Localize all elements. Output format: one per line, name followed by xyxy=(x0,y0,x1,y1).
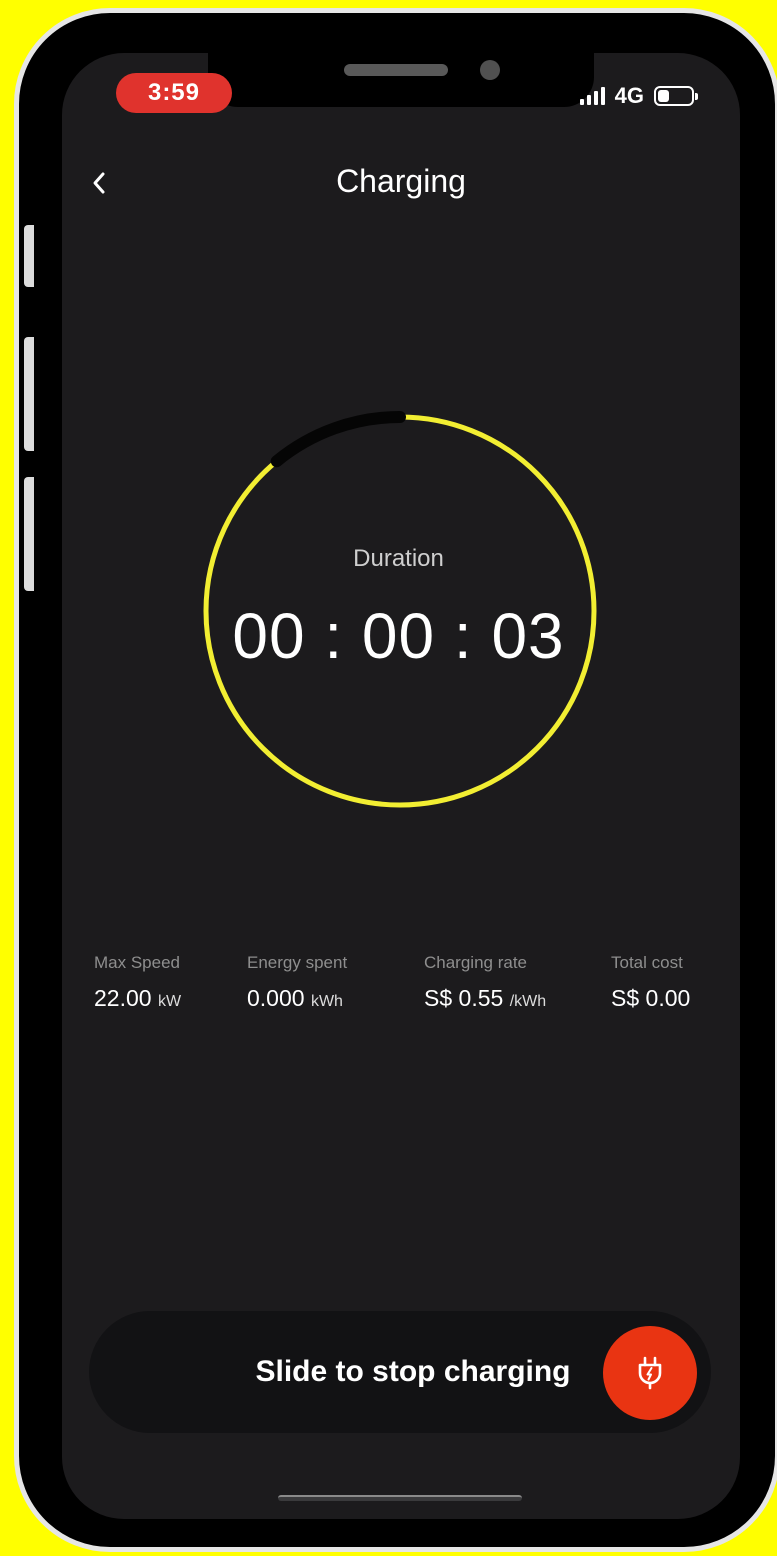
duration-label: Duration xyxy=(353,545,444,572)
stat-number: 0.000 xyxy=(247,985,305,1011)
stop-charging-slider[interactable]: Slide to stop charging xyxy=(89,1311,711,1433)
duration-timer: 00 : 00 : 03 xyxy=(232,600,565,672)
stat-energy-spent: Energy spent 0.000 kWh xyxy=(247,953,347,1012)
status-indicators: 4G xyxy=(579,83,698,109)
stat-value: 0.000 kWh xyxy=(247,985,347,1012)
home-indicator[interactable] xyxy=(278,1495,522,1501)
stat-unit: kW xyxy=(157,993,182,1010)
stat-total-cost: Total cost S$ 0.00 xyxy=(611,953,690,1012)
speaker-grille xyxy=(344,64,448,76)
slider-knob[interactable] xyxy=(603,1326,697,1420)
stat-value: 22.00 kW xyxy=(94,985,181,1012)
stat-unit: /kWh xyxy=(509,993,547,1010)
status-time[interactable]: 3:59 xyxy=(116,73,232,113)
stat-number: S$ 0.00 xyxy=(611,985,691,1011)
battery-icon xyxy=(654,86,698,106)
stat-label: Charging rate xyxy=(424,953,528,972)
volume-up-button xyxy=(24,337,34,451)
signal-icon xyxy=(579,87,605,105)
stat-label: Total cost xyxy=(611,953,683,972)
slider-label: Slide to stop charging xyxy=(255,1355,571,1388)
stat-label: Energy spent xyxy=(247,953,348,972)
page-title: Charging xyxy=(336,163,466,199)
stat-max-speed: Max Speed 22.00 kW xyxy=(94,953,181,1012)
battery-level xyxy=(658,90,669,102)
stat-number: 22.00 xyxy=(94,985,152,1011)
plug-icon xyxy=(638,1356,662,1390)
stat-value: S$ 0.00 xyxy=(611,985,690,1012)
mute-switch xyxy=(24,225,34,287)
stat-value: S$ 0.55 /kWh xyxy=(424,985,546,1012)
volume-down-button xyxy=(24,477,34,591)
stat-label: Max Speed xyxy=(94,953,180,972)
stat-charging-rate: Charging rate S$ 0.55 /kWh xyxy=(424,953,546,1012)
stat-number: S$ 0.55 xyxy=(424,985,504,1011)
front-camera xyxy=(480,60,500,80)
stat-unit: kWh xyxy=(310,993,343,1010)
app-screen: 3:59 4G Charging Duration 00 : 00 : 03 M… xyxy=(62,53,740,1519)
notch xyxy=(208,53,594,107)
network-type: 4G xyxy=(614,83,644,108)
